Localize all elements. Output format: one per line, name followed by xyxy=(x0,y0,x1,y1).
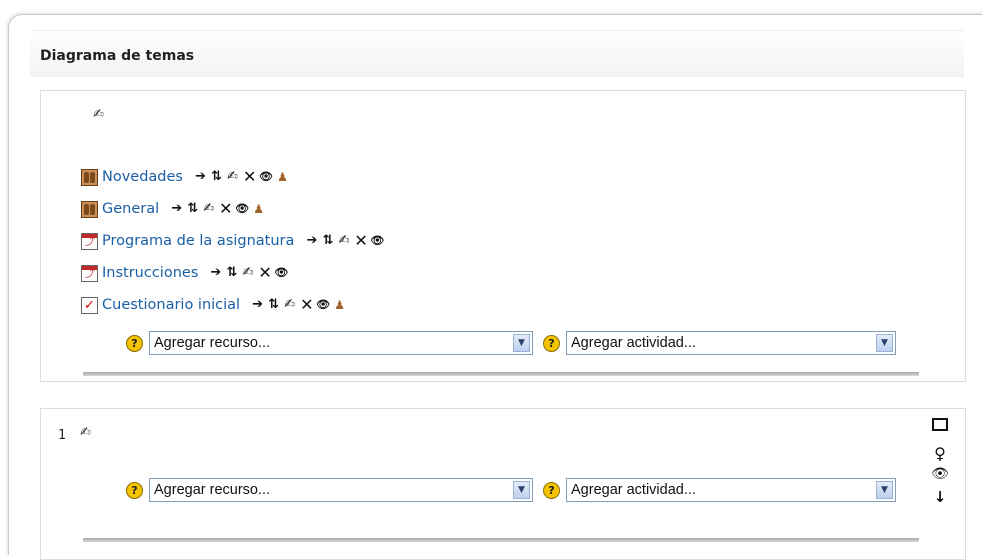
quiz-icon[interactable] xyxy=(81,296,98,314)
move-icon[interactable]: ⇅ xyxy=(226,266,237,280)
add-row-section-0: ? Agregar recurso... ▼ ? Agregar activid… xyxy=(126,331,896,355)
group-mode-icon[interactable]: ♟ xyxy=(277,170,288,184)
section-header: Diagrama de temas xyxy=(30,30,964,77)
add-row-section-1: ? Agregar recurso... ▼ ? Agregar activid… xyxy=(126,478,896,502)
move-right-icon[interactable]: ➔ xyxy=(306,234,317,248)
chevron-down-icon[interactable]: ▼ xyxy=(876,334,893,352)
move-right-icon[interactable]: ➔ xyxy=(252,298,263,312)
divider xyxy=(83,372,919,376)
help-icon[interactable]: ? xyxy=(126,334,143,352)
resource-link[interactable]: General xyxy=(102,201,159,217)
chevron-down-icon[interactable]: ▼ xyxy=(876,481,893,499)
eye-icon[interactable]: 👁 xyxy=(316,298,330,312)
help-icon[interactable]: ? xyxy=(543,481,560,499)
help-icon[interactable]: ? xyxy=(126,481,143,499)
resource-link[interactable]: Programa de la asignatura xyxy=(102,233,294,249)
edit-icon[interactable]: ✍ xyxy=(203,202,214,216)
eye-icon[interactable]: 👁 xyxy=(274,266,288,280)
divider xyxy=(83,538,919,542)
help-icon[interactable]: ? xyxy=(543,334,560,352)
resource-row: Instrucciones ➔ ⇅ ✍ ✕👁 xyxy=(81,263,292,283)
move-down-icon[interactable]: ↓ xyxy=(930,488,950,506)
group-mode-icon[interactable]: ♟ xyxy=(334,298,345,312)
resource-link[interactable]: Instrucciones xyxy=(102,265,198,281)
show-only-this-section-icon[interactable] xyxy=(932,418,948,431)
group-mode-icon[interactable]: ♟ xyxy=(253,202,264,216)
move-icon[interactable]: ⇅ xyxy=(268,298,279,312)
delete-icon[interactable]: ✕ xyxy=(243,169,256,185)
chevron-down-icon[interactable]: ▼ xyxy=(513,481,530,499)
delete-icon[interactable]: ✕ xyxy=(219,201,232,217)
resource-link[interactable]: Cuestionario inicial xyxy=(102,297,240,313)
add-resource-select[interactable]: Agregar recurso... ▼ xyxy=(149,478,533,502)
eye-icon[interactable]: 👁 xyxy=(259,170,273,184)
pdf-icon[interactable] xyxy=(81,264,98,282)
add-resource-select[interactable]: Agregar recurso... ▼ xyxy=(149,331,533,355)
add-activity-select[interactable]: Agregar actividad... ▼ xyxy=(566,478,896,502)
resource-link[interactable]: Novedades xyxy=(102,169,183,185)
pdf-icon[interactable] xyxy=(81,232,98,250)
resource-row: Cuestionario inicial ➔ ⇅ ✍ ✕👁 ♟ xyxy=(81,295,350,315)
lightbulb-icon[interactable]: ♀ xyxy=(930,444,950,463)
move-right-icon[interactable]: ➔ xyxy=(171,202,182,216)
section-number: 1 xyxy=(58,428,66,443)
resource-row: General ➔ ⇅ ✍ ✕ 👁 ♟ xyxy=(81,199,269,219)
move-icon[interactable]: ⇅ xyxy=(322,234,333,248)
delete-icon[interactable]: ✕ xyxy=(258,265,271,281)
page-title: Diagrama de temas xyxy=(40,48,195,64)
move-right-icon[interactable]: ➔ xyxy=(195,170,206,184)
edit-summary-icon[interactable]: ✍ xyxy=(93,108,104,121)
delete-icon[interactable]: ✕ xyxy=(354,233,367,249)
add-activity-select[interactable]: Agregar actividad... ▼ xyxy=(566,331,896,355)
forum-icon[interactable] xyxy=(81,200,98,218)
eye-icon[interactable]: 👁 xyxy=(930,466,950,482)
eye-icon[interactable]: 👁 xyxy=(235,202,249,216)
edit-icon[interactable]: ✍ xyxy=(242,266,253,280)
move-icon[interactable]: ⇅ xyxy=(211,170,222,184)
resource-row: Programa de la asignatura ➔ ⇅ ✍ ✕👁 xyxy=(81,231,388,251)
edit-icon[interactable]: ✍ xyxy=(338,234,349,248)
chevron-down-icon[interactable]: ▼ xyxy=(513,334,530,352)
edit-icon[interactable]: ✍ xyxy=(284,298,295,312)
move-icon[interactable]: ⇅ xyxy=(187,202,198,216)
move-right-icon[interactable]: ➔ xyxy=(210,266,221,280)
edit-icon[interactable]: ✍ xyxy=(227,170,238,184)
edit-summary-icon[interactable]: ✍ xyxy=(80,426,91,439)
eye-icon[interactable]: 👁 xyxy=(370,234,384,248)
delete-icon[interactable]: ✕ xyxy=(300,297,313,313)
resource-row: Novedades ➔ ⇅ ✍ ✕ 👁 ♟ xyxy=(81,167,293,187)
forum-icon[interactable] xyxy=(81,168,98,186)
